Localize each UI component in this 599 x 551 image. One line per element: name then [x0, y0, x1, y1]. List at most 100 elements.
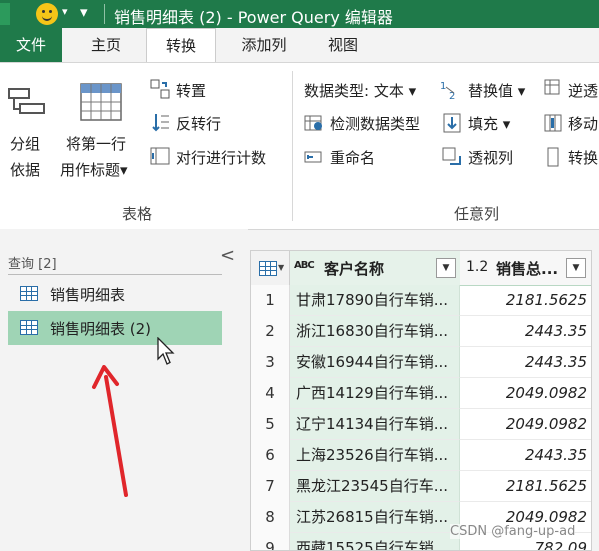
sales-cell[interactable]: 2049.0982: [460, 378, 591, 409]
use-first-row-icon[interactable]: [80, 83, 122, 121]
annotation-arrow-icon: [90, 365, 138, 501]
detect-data-type-icon[interactable]: [304, 113, 324, 133]
row-number[interactable]: 9: [251, 533, 290, 550]
ribbon-tab-row: 文件 主页 转换 添加列 视图: [0, 28, 599, 63]
move-label[interactable]: 移动: [568, 113, 598, 134]
column-header-sales[interactable]: 1.2 销售总... ▼: [460, 251, 591, 286]
query-item[interactable]: 销售明细表: [8, 277, 222, 311]
table-row[interactable]: 3 安徽16944自行车销... 2443.35: [251, 347, 591, 379]
grid-corner[interactable]: ▼: [251, 251, 290, 286]
fill-label[interactable]: 填充 ▾: [468, 113, 510, 134]
table-row[interactable]: 5 辽宁14134自行车销... 2049.0982: [251, 409, 591, 441]
row-number[interactable]: 3: [251, 347, 290, 379]
row-number[interactable]: 2: [251, 316, 290, 348]
any-column-group-label: 任意列: [454, 205, 500, 223]
row-number[interactable]: 1: [251, 285, 290, 317]
customer-cell[interactable]: 甘肃17890自行车销...: [290, 285, 460, 316]
replace-values-label[interactable]: 替换值 ▾: [468, 80, 525, 101]
table-row[interactable]: 2 浙江16830自行车销... 2443.35: [251, 316, 591, 348]
table-menu-icon[interactable]: [259, 261, 277, 276]
detect-data-type-label[interactable]: 检测数据类型: [330, 113, 420, 134]
fill-icon[interactable]: [442, 113, 462, 133]
tab-file[interactable]: 文件: [0, 28, 62, 62]
data-type-dropdown[interactable]: 数据类型: 文本 ▾: [304, 80, 416, 101]
smiley-feedback-icon[interactable]: [36, 3, 58, 25]
feedback-dropdown-icon[interactable]: ▾: [62, 5, 68, 18]
column-header-customer[interactable]: ABC 客户名称 ▼: [290, 251, 461, 286]
ribbon-group-separator: [292, 71, 293, 221]
table-group-label: 表格: [122, 205, 153, 223]
pivot-column-icon[interactable]: [442, 147, 462, 167]
window-title: 销售明细表 (2) - Power Query 编辑器: [114, 8, 393, 27]
text-type-icon[interactable]: ABC: [294, 260, 315, 271]
title-separator: [104, 4, 105, 24]
pivot-column-label[interactable]: 透视列: [468, 147, 513, 168]
excel-icon: [0, 3, 10, 25]
unpivot-icon[interactable]: [544, 79, 564, 99]
convert-label[interactable]: 转换: [568, 147, 598, 168]
table-row[interactable]: 1 甘肃17890自行车销... 2181.5625: [251, 285, 591, 317]
tab-add-column[interactable]: 添加列: [226, 28, 302, 62]
rename-label[interactable]: 重命名: [330, 147, 375, 168]
count-rows-label[interactable]: 对行进行计数: [176, 147, 266, 168]
rename-icon[interactable]: [304, 147, 324, 167]
replace-values-icon[interactable]: 12: [440, 79, 462, 102]
table-row[interactable]: 4 广西14129自行车销... 2049.0982: [251, 378, 591, 410]
count-rows-icon[interactable]: [150, 146, 170, 166]
customer-cell[interactable]: 黑龙江23545自行车...: [290, 471, 460, 502]
row-number[interactable]: 5: [251, 409, 290, 441]
convert-icon[interactable]: [546, 147, 560, 167]
column-header-label: 客户名称: [324, 260, 385, 278]
filter-dropdown-icon[interactable]: ▼: [436, 258, 456, 278]
query-item-selected[interactable]: 销售明细表 (2): [8, 311, 222, 345]
sales-cell[interactable]: 2443.35: [460, 347, 591, 378]
watermark-text: CSDN @fang-up-ad: [450, 524, 576, 539]
group-by-icon[interactable]: [8, 85, 48, 121]
quick-access-customize-icon[interactable]: ▾: [80, 3, 88, 21]
row-number[interactable]: 8: [251, 502, 290, 534]
reverse-rows-icon[interactable]: [150, 112, 170, 132]
tab-home[interactable]: 主页: [72, 28, 140, 62]
unpivot-label[interactable]: 逆透: [568, 80, 598, 101]
svg-text:2: 2: [449, 91, 455, 101]
customer-cell[interactable]: 安徽16944自行车销...: [290, 347, 460, 378]
queries-header-divider: [8, 274, 222, 275]
customer-cell[interactable]: 辽宁14134自行车销...: [290, 409, 460, 440]
transpose-label[interactable]: 转置: [176, 80, 206, 101]
queries-pane: 查询 [2] < 销售明细表 销售明细表 (2): [0, 229, 248, 549]
sales-cell[interactable]: 2443.35: [460, 440, 591, 471]
sales-cell[interactable]: 2049.0982: [460, 409, 591, 440]
group-by-label-1[interactable]: 分组: [10, 133, 40, 154]
use-first-row-label-2[interactable]: 用作标题▾: [60, 159, 128, 180]
customer-cell[interactable]: 浙江16830自行车销...: [290, 316, 460, 347]
filter-dropdown-icon[interactable]: ▼: [566, 258, 586, 278]
reverse-rows-label[interactable]: 反转行: [176, 113, 221, 134]
sales-cell[interactable]: 2443.35: [460, 316, 591, 347]
transpose-icon[interactable]: [150, 79, 170, 99]
customer-cell[interactable]: 上海23526自行车销...: [290, 440, 460, 471]
decimal-type-icon[interactable]: 1.2: [466, 259, 488, 275]
queries-header: 查询 [2]: [8, 257, 57, 272]
sales-cell[interactable]: 2181.5625: [460, 471, 591, 502]
row-number[interactable]: 4: [251, 378, 290, 410]
move-icon[interactable]: [544, 113, 564, 133]
query-item-label: 销售明细表: [50, 286, 126, 304]
use-first-row-label-1[interactable]: 将第一行: [66, 133, 126, 154]
row-number[interactable]: 6: [251, 440, 290, 472]
customer-cell[interactable]: 广西14129自行车销...: [290, 378, 460, 409]
sales-cell[interactable]: 2181.5625: [460, 285, 591, 316]
customer-cell[interactable]: 西藏15525自行车销...: [290, 533, 460, 550]
tab-transform[interactable]: 转换: [146, 28, 216, 63]
customer-cell[interactable]: 江苏26815自行车销...: [290, 502, 460, 533]
table-row[interactable]: 6 上海23526自行车销... 2443.35: [251, 440, 591, 472]
query-item-label: 销售明细表 (2): [50, 320, 152, 338]
table-menu-chevron-icon[interactable]: ▼: [278, 263, 284, 272]
table-icon: [20, 320, 38, 335]
row-number[interactable]: 7: [251, 471, 290, 503]
collapse-pane-chevron-icon[interactable]: <: [220, 245, 235, 266]
data-grid: ▼ ABC 客户名称 ▼ 1.2 销售总... ▼ 1 甘肃17890自行车销.…: [250, 250, 592, 551]
tab-view[interactable]: 视图: [312, 28, 374, 62]
table-row[interactable]: 7 黑龙江23545自行车... 2181.5625: [251, 471, 591, 503]
group-by-label-2[interactable]: 依据: [10, 159, 40, 180]
mouse-cursor-icon: [156, 336, 176, 367]
